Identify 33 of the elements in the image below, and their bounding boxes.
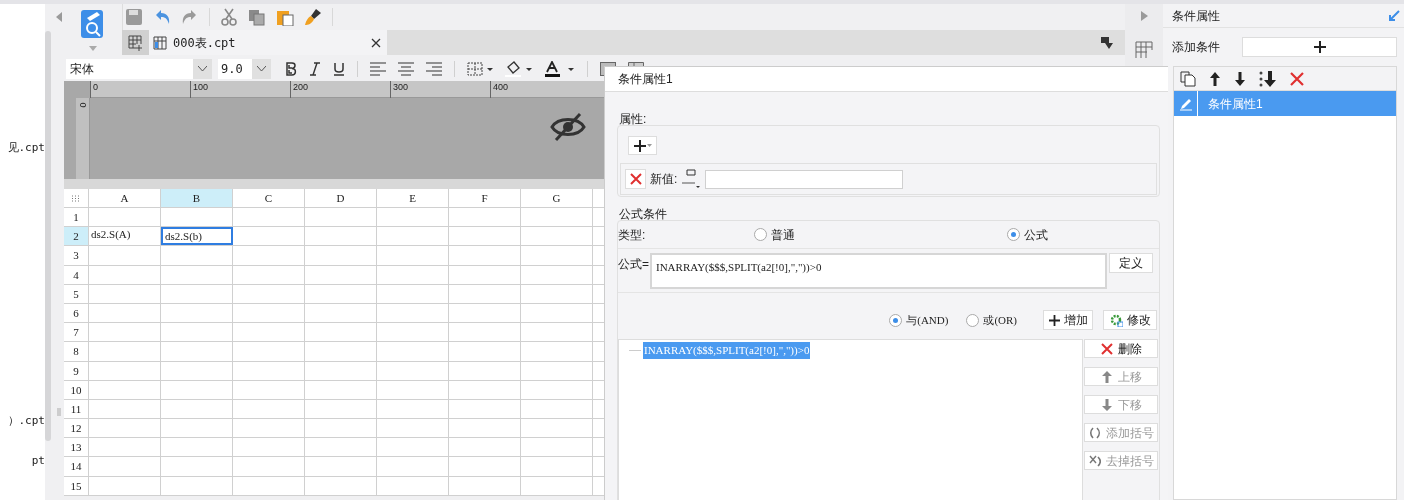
radio-label[interactable]: 或(OR) (983, 311, 1017, 329)
define-button[interactable]: 定义 (1109, 253, 1153, 273)
column-header[interactable]: B (161, 189, 233, 207)
group-legend: 属性: (617, 112, 1160, 126)
radio-label[interactable]: 与(AND) (906, 311, 949, 329)
formula-label: 公式= (618, 256, 650, 273)
table-cell[interactable]: ds2.S(A) (89, 227, 161, 246)
file-tab[interactable]: 000表.cpt (149, 30, 387, 55)
radio-label[interactable]: 公式 (1024, 225, 1048, 244)
file-item[interactable]: 见.cpt (0, 140, 45, 157)
side-button[interactable]: 删除 (1084, 339, 1158, 358)
formula-field[interactable]: INARRAY($$$,SPLIT(a2[!0],","))>0 (650, 253, 1107, 289)
add-condition-label: 添加条件 (1172, 39, 1220, 56)
ruler-label: 100 (190, 81, 290, 98)
row-header[interactable]: 2 (64, 227, 89, 246)
file-item[interactable]: pt (0, 453, 45, 470)
ruler-label: 0 (90, 81, 190, 98)
ruler-label: 400 (490, 81, 590, 98)
ruler-label: 0 (77, 102, 88, 108)
add-condition-button[interactable]: 增加 (1043, 310, 1093, 330)
radio-label[interactable]: 普通 (771, 225, 795, 244)
panel-title: 条件属性 (1172, 7, 1220, 25)
file-item[interactable]: ）.cpt (0, 412, 45, 429)
modify-button[interactable]: 修改 (1103, 310, 1157, 330)
group-legend: 公式条件 (617, 207, 1160, 221)
dialog-title: 条件属性1 (618, 71, 673, 88)
type-label: 类型: (618, 226, 647, 244)
table-cell[interactable]: ds2.S(b) (161, 227, 233, 246)
new-value-label: 新值: (650, 171, 678, 188)
ruler-label: 200 (290, 81, 390, 98)
size-select[interactable]: 9.0 (218, 59, 271, 79)
ruler-label: 300 (390, 81, 490, 98)
font-select[interactable]: 宋体 (66, 59, 212, 79)
